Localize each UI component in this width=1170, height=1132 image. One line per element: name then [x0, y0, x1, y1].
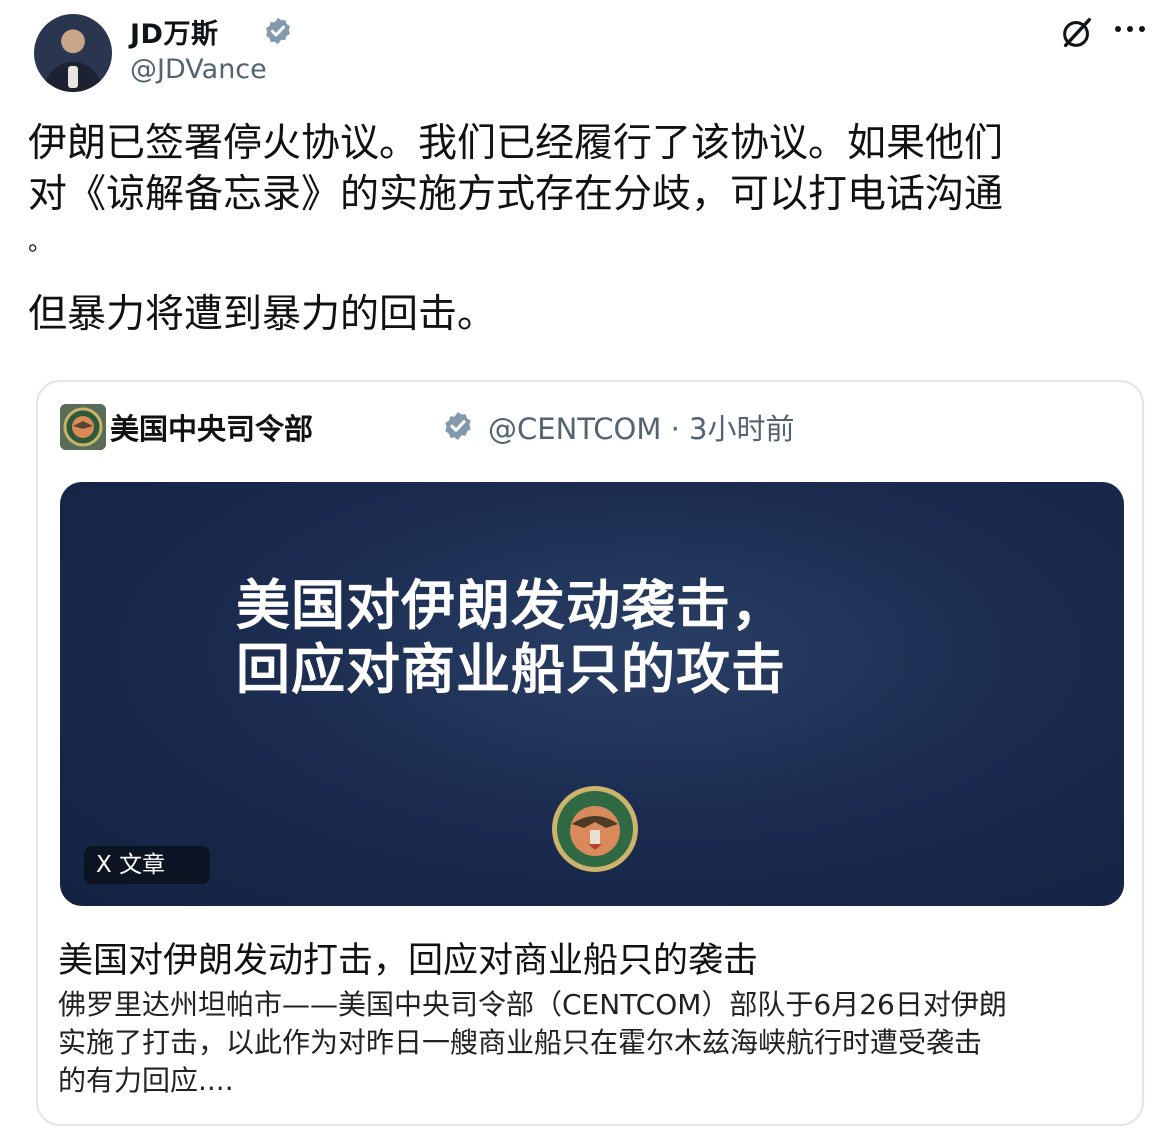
centcom-seal-icon [60, 404, 106, 450]
quoted-author-name[interactable]: 美国中央司令部 [110, 406, 313, 448]
article-title[interactable]: 美国对伊朗发动打击，回应对商业船只的袭击 [58, 932, 758, 983]
article-media[interactable]: 美国对伊朗发动袭击， 回应对商业船只的攻击 X 文章 [60, 482, 1124, 906]
post-line: 伊朗已签署停火协议。我们已经履行了该协议。如果他们 [28, 121, 1004, 166]
post-text: 伊朗已签署停火协议。我们已经履行了该协议。如果他们 对《谅解备忘录》的实施方式存… [28, 118, 1128, 340]
grok-icon[interactable] [1058, 14, 1096, 52]
centcom-seal-icon [552, 786, 638, 872]
quoted-post-card[interactable]: 美国中央司令部 @CENTCOM · 3小时前 美国对伊朗发动袭击， 回应对商业… [36, 380, 1144, 1126]
post-paragraph-1: 伊朗已签署停火协议。我们已经履行了该协议。如果他们 对《谅解备忘录》的实施方式存… [28, 118, 1128, 264]
article-description: 佛罗里达州坦帕市——美国中央司令部（CENTCOM）部队于6月26日对伊朗 实施… [58, 986, 1118, 1100]
post-paragraph-2: 但暴力将遭到暴力的回击。 [28, 292, 497, 337]
author-avatar[interactable] [34, 14, 112, 92]
post-line: 对《谅解备忘录》的实施方式存在分歧，可以打电话沟通 [28, 172, 1004, 217]
author-handle[interactable]: @JDVance [130, 54, 267, 85]
post-line: 。 [28, 228, 52, 256]
author-display-name[interactable]: JD万斯 [130, 12, 218, 51]
media-headline: 美国对伊朗发动袭击， 回应对商业船只的攻击 [236, 574, 786, 702]
x-article-badge: X 文章 [84, 846, 210, 884]
quoted-author-meta: @CENTCOM · 3小时前 [488, 406, 795, 448]
article-desc-line: 实施了打击，以此作为对昨日一艘商业船只在霍尔木兹海峡航行时遭受袭击 [58, 1026, 983, 1059]
media-headline-line: 回应对商业船只的攻击 [236, 638, 786, 701]
verified-badge-icon [445, 412, 471, 440]
meta-separator: · [670, 412, 680, 446]
quoted-author-handle[interactable]: @CENTCOM [488, 412, 661, 446]
media-headline-line: 美国对伊朗发动袭击， [236, 574, 786, 637]
verified-badge-icon [266, 17, 290, 45]
article-desc-line: 的有力回应.... [58, 1064, 234, 1097]
avatar-collar [68, 66, 78, 88]
more-options-icon[interactable] [1110, 14, 1150, 44]
quoted-post-time[interactable]: 3小时前 [689, 412, 794, 446]
quoted-author-avatar[interactable] [60, 404, 106, 450]
article-desc-line: 佛罗里达州坦帕市——美国中央司令部（CENTCOM）部队于6月26日对伊朗 [58, 988, 1007, 1021]
